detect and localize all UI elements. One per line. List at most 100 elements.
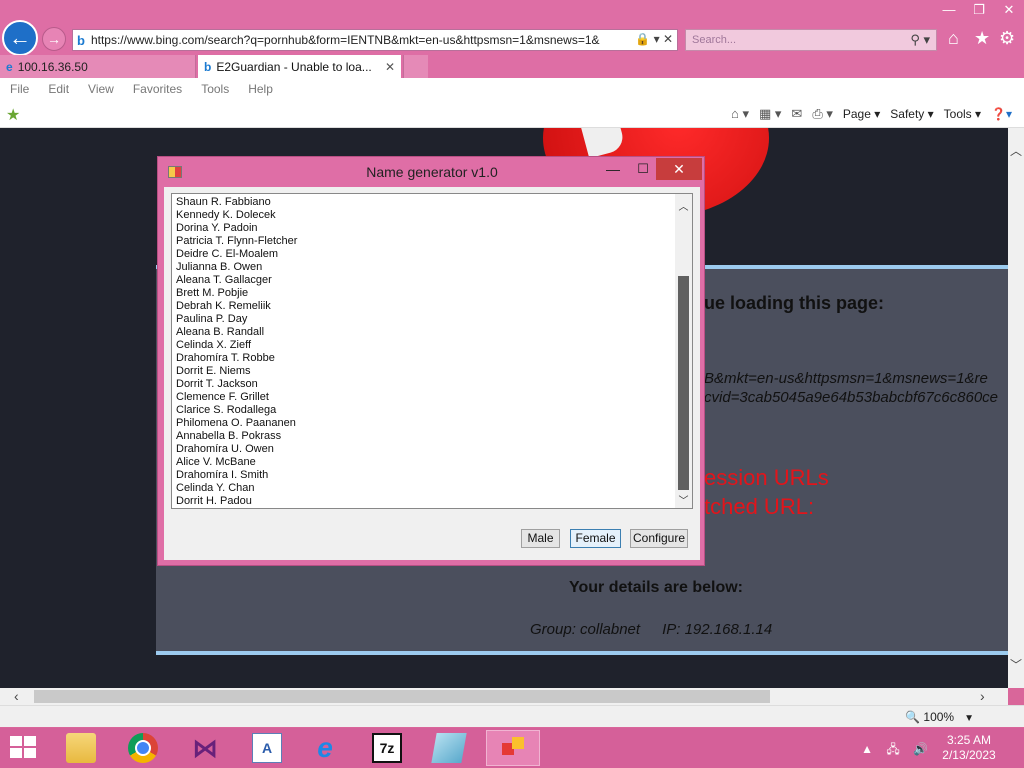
ie-icon: e <box>6 59 13 74</box>
7zip-button[interactable]: 7z <box>360 730 414 766</box>
search-icon[interactable]: ⚲ ▾ <box>910 32 930 48</box>
page-vertical-scrollbar[interactable]: ︿ ﹀ <box>1008 128 1024 688</box>
feeds-icon[interactable]: ▦ ▾ <box>759 106 781 122</box>
list-item[interactable]: Dorina Y. Padoin <box>176 222 676 235</box>
app-icon <box>431 733 467 763</box>
chevron-up-icon[interactable]: ︿ <box>675 198 692 213</box>
text-editor-button[interactable]: A <box>240 730 294 766</box>
list-item[interactable]: Philomena O. Paananen <box>176 417 676 430</box>
list-item[interactable]: Brett M. Pobjie <box>176 287 676 300</box>
zoom-control[interactable]: 🔍 100% ▼ <box>905 710 974 724</box>
tab-label: 100.16.36.50 <box>17 59 88 74</box>
chrome-button[interactable] <box>116 730 170 766</box>
arrow-left-icon: ← <box>9 25 31 50</box>
menu-view[interactable]: View <box>88 82 114 96</box>
chevron-right-icon[interactable]: › <box>980 688 985 705</box>
notepad-icon: A <box>252 733 282 763</box>
internet-explorer-button[interactable]: e <box>298 730 352 766</box>
help-icon[interactable]: ❓▾ <box>991 107 1012 121</box>
scroll-thumb[interactable] <box>678 276 689 490</box>
back-button[interactable]: ← <box>2 20 38 56</box>
chevron-up-icon[interactable]: ▲ <box>861 742 873 756</box>
list-item[interactable]: Dorrit H. Padou <box>176 495 676 508</box>
bing-icon: b <box>77 32 85 48</box>
list-item[interactable]: Aleana T. Gallacger <box>176 274 676 287</box>
list-item[interactable]: Deidre C. El-Moalem <box>176 248 676 261</box>
list-item[interactable]: Patricia T. Flynn-Fletcher <box>176 235 676 248</box>
visual-studio-button[interactable]: ⋈ <box>178 730 232 766</box>
volume-icon[interactable]: 🔊 <box>913 742 928 756</box>
app-button[interactable] <box>422 730 476 766</box>
female-button[interactable]: Female <box>570 529 621 548</box>
network-icon[interactable]: 🖧 <box>886 742 899 756</box>
tab-e2guardian[interactable]: b E2Guardian - Unable to loa... ✕ <box>198 55 401 78</box>
list-item[interactable]: Drahomíra T. Robbe <box>176 352 676 365</box>
list-item[interactable]: Julianna B. Owen <box>176 261 676 274</box>
list-item[interactable]: Shaun R. Fabbiano <box>176 196 676 209</box>
list-item[interactable]: Drahomíra I. Smith <box>176 469 676 482</box>
dialog-titlebar[interactable]: Name generator v1.0 — ☐ ✕ <box>158 157 704 187</box>
chrome-icon <box>128 733 158 763</box>
list-item[interactable]: Clarice S. Rodallega <box>176 404 676 417</box>
safety-menu[interactable]: Safety ▾ <box>890 107 933 121</box>
maximize-icon[interactable]: ☐ <box>630 161 656 181</box>
blocked-url-line: cvid=3cab5045a9e64b53babcbf67c6c860ce <box>704 389 999 406</box>
tab-ip[interactable]: e 100.16.36.50 <box>0 55 196 78</box>
male-button[interactable]: Male <box>521 529 560 548</box>
tab-close-icon[interactable]: ✕ <box>385 60 395 74</box>
list-item[interactable]: Drahomíra U. Owen <box>176 443 676 456</box>
list-item[interactable]: Debrah K. Remeliik <box>176 300 676 313</box>
list-item[interactable]: Dorrit T. Jackson <box>176 378 676 391</box>
address-bar[interactable]: b https://www.bing.com/search?q=pornhub&… <box>72 29 678 51</box>
name-generator-icon <box>498 733 528 763</box>
minimize-icon[interactable]: — <box>934 0 964 20</box>
list-item[interactable]: Celinda Y. Chan <box>176 482 676 495</box>
menu-tools[interactable]: Tools <box>201 82 229 96</box>
scroll-thumb[interactable] <box>34 690 770 703</box>
search-box[interactable]: Search... ⚲ ▾ <box>685 29 937 51</box>
list-item[interactable]: Clemence F. Grillet <box>176 391 676 404</box>
blocked-url-line: B&mkt=en-us&httpsmsn=1&msnews=1&re <box>704 370 988 387</box>
chevron-down-icon[interactable]: ﹀ <box>1008 656 1024 673</box>
chevron-up-icon[interactable]: ︿ <box>1008 142 1024 159</box>
list-item[interactable]: Kennedy K. Dolecek <box>176 209 676 222</box>
home-icon[interactable]: ⌂ <box>948 28 959 49</box>
name-list[interactable]: Shaun R. Fabbiano Kennedy K. Dolecek Dorin… <box>171 193 693 509</box>
gear-icon[interactable]: ⚙ <box>999 28 1015 49</box>
list-item[interactable]: Alice V. McBane <box>176 456 676 469</box>
windows-start-icon[interactable] <box>10 736 38 760</box>
favorites-star-icon[interactable]: ★ <box>974 28 990 49</box>
close-icon[interactable]: ✕ <box>994 0 1024 20</box>
list-scrollbar[interactable]: ︿ ﹀ <box>675 194 692 508</box>
menu-favorites[interactable]: Favorites <box>133 82 182 96</box>
close-icon[interactable]: ✕ <box>656 158 702 180</box>
block-reason: ession URLs <box>704 465 829 490</box>
name-generator-taskbar-button[interactable] <box>486 730 540 766</box>
mail-icon[interactable]: ✉ <box>791 106 802 122</box>
configure-button[interactable]: Configure <box>630 529 688 548</box>
restore-icon[interactable]: ❐ <box>964 0 994 20</box>
page-horizontal-scrollbar[interactable]: ‹ › <box>0 688 1008 705</box>
home-icon[interactable]: ⌂ ▾ <box>731 106 749 122</box>
add-favorite-icon[interactable]: ★ <box>6 105 20 125</box>
page-menu[interactable]: Page ▾ <box>843 107 880 121</box>
minimize-icon[interactable]: — <box>600 161 626 181</box>
menu-bar: File Edit View Favorites Tools Help <box>0 78 1024 100</box>
tools-menu[interactable]: Tools ▾ <box>944 107 981 121</box>
clock[interactable]: 3:25 AM 2/13/2023 <box>934 733 1004 763</box>
list-item[interactable]: Paulina P. Day <box>176 313 676 326</box>
menu-edit[interactable]: Edit <box>48 82 69 96</box>
new-tab-button[interactable] <box>403 55 428 78</box>
print-icon[interactable]: ⎙ ▾ <box>812 106 833 122</box>
file-explorer-button[interactable] <box>54 730 108 766</box>
menu-file[interactable]: File <box>10 82 29 96</box>
list-item[interactable]: Annabella B. Pokrass <box>176 430 676 443</box>
forward-button[interactable]: → <box>42 27 66 51</box>
chevron-down-icon[interactable]: ﹀ <box>675 492 692 507</box>
chevron-left-icon[interactable]: ‹ <box>14 688 19 705</box>
lock-icon[interactable]: 🔒 ▾ ✕ <box>632 32 673 46</box>
list-item[interactable]: Aleana B. Randall <box>176 326 676 339</box>
menu-help[interactable]: Help <box>248 82 273 96</box>
list-item[interactable]: Celinda X. Zieff <box>176 339 676 352</box>
list-item[interactable]: Dorrit E. Niems <box>176 365 676 378</box>
